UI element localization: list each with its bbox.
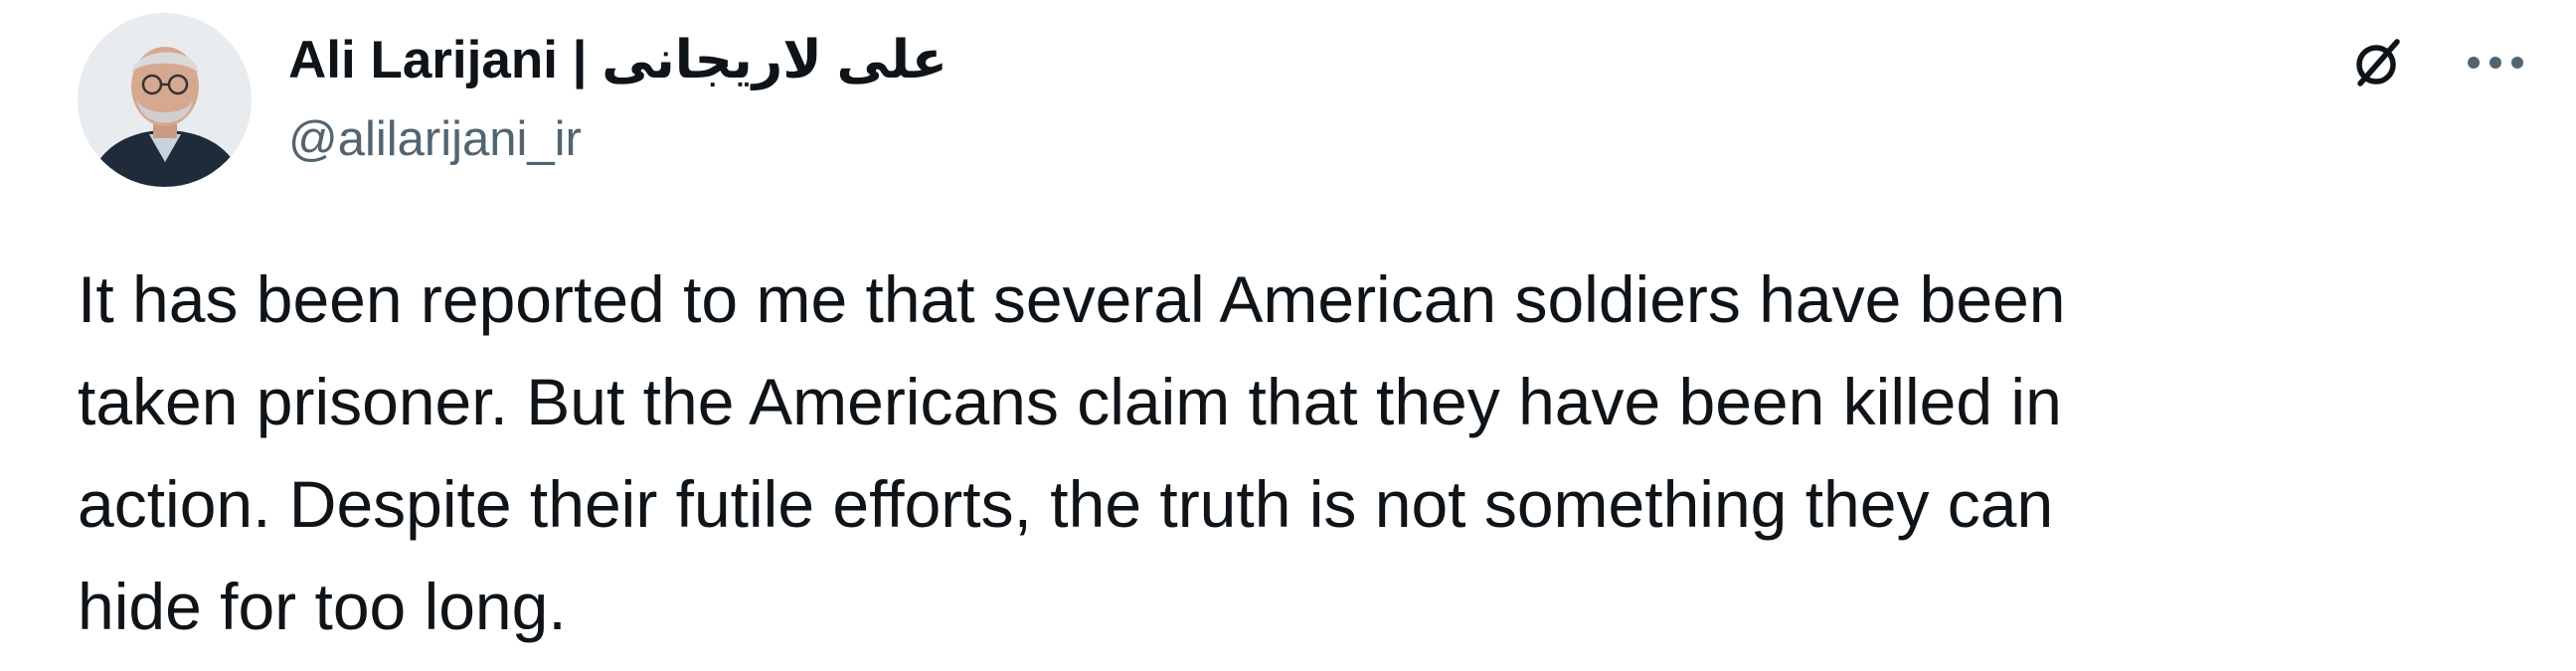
tweet-card: Ali Larijani | علی لاریجانی @alilarijani… [0,0,2576,671]
grok-button[interactable] [2338,28,2418,97]
more-options-button[interactable] [2451,28,2540,97]
tweet-text-line: taken prisoner. But the Americans claim … [78,365,2062,438]
tweet-text-line: hide for too long. [78,570,567,643]
author-name-row: Ali Larijani | علی لاریجانی [288,24,947,95]
profile-photo-icon [78,13,252,187]
author-handle[interactable]: @alilarijani_ir [288,111,582,167]
more-horizontal-icon [2468,57,2523,69]
author-avatar[interactable] [78,13,252,187]
grok-icon [2356,39,2400,86]
author-display-name[interactable]: Ali Larijani | علی لاریجانی [288,30,947,90]
tweet-text-line: It has been reported to me that several … [78,262,2066,336]
tweet-text: It has been reported to me that several … [78,249,2484,658]
tweet-text-line: action. Despite their futile efforts, th… [78,467,2054,541]
